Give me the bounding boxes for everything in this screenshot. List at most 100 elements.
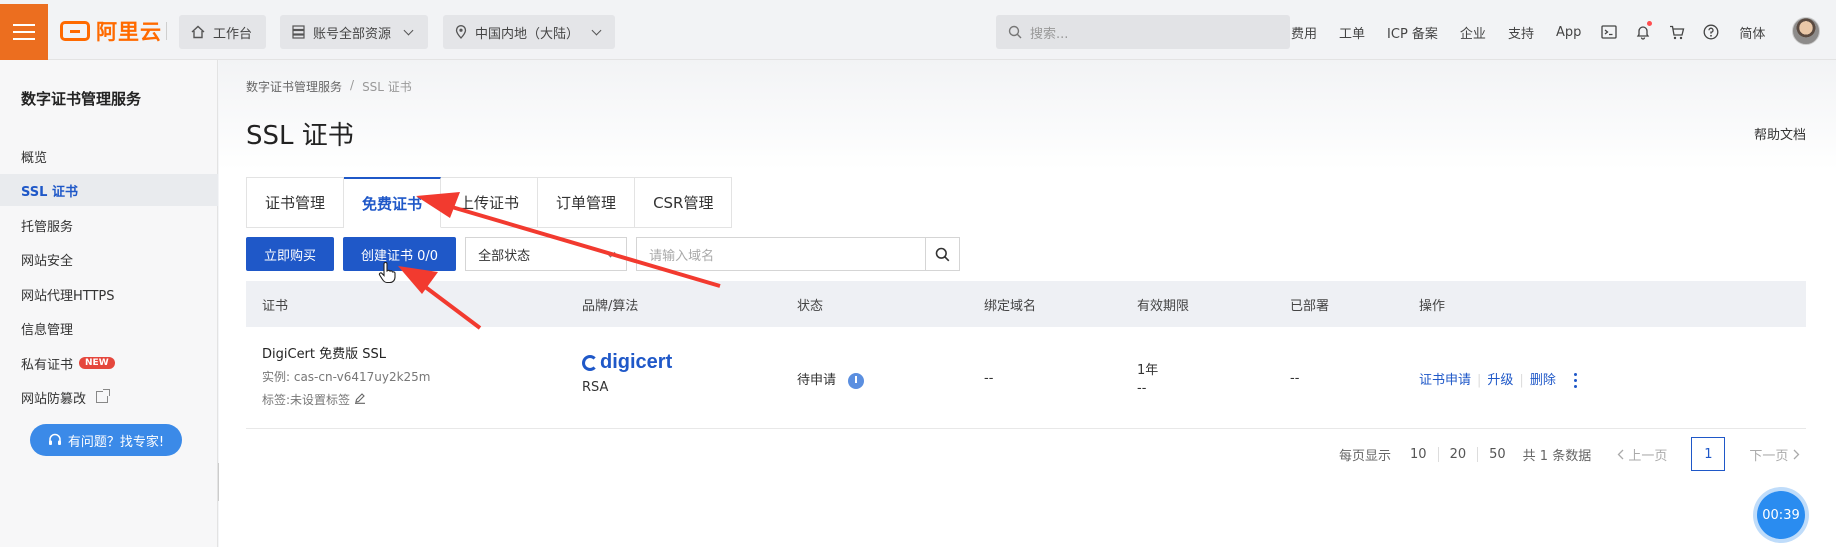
aliyun-logo-icon — [60, 21, 90, 41]
create-cert-button[interactable]: 创建证书 0/0 — [343, 237, 457, 271]
breadcrumb-current: SSL 证书 — [362, 80, 412, 94]
upgrade-link[interactable]: 升级 — [1487, 373, 1513, 388]
expert-help-label: 有问题？找专家! — [67, 434, 165, 450]
edit-pencil-icon[interactable] — [354, 392, 366, 404]
buy-now-button[interactable]: 立即购买 — [246, 237, 335, 271]
sidebar-item-website-security[interactable]: 网站安全 — [0, 243, 218, 275]
tab-free-cert[interactable]: 免费证书 — [344, 177, 442, 228]
status-filter-select[interactable]: 全部状态 — [465, 237, 628, 271]
tab-csr-management[interactable]: CSR管理 — [635, 177, 733, 228]
delete-link[interactable]: 删除 — [1530, 373, 1556, 388]
more-actions-icon[interactable] — [1573, 373, 1577, 388]
headset-icon — [48, 433, 61, 445]
prev-page-button[interactable]: 上一页 — [1605, 445, 1679, 464]
hand-cursor-icon — [378, 262, 396, 284]
page-size-20[interactable]: 20 — [1439, 446, 1479, 462]
current-page[interactable]: 1 — [1691, 437, 1726, 471]
breadcrumb: 数字证书管理服务 / SSL 证书 — [246, 78, 412, 95]
next-page-label: 下一页 — [1749, 448, 1789, 464]
status-cell: 待申请 — [797, 369, 865, 389]
sidebar-item-ssl[interactable]: SSL 证书 — [0, 174, 218, 206]
region-dropdown[interactable]: 中国内地（大陆） — [443, 15, 615, 49]
external-link-icon — [96, 389, 111, 403]
validity-period: 1年 — [1137, 363, 1159, 378]
domain-search-button[interactable] — [926, 237, 961, 271]
notification-dot — [1647, 21, 1653, 26]
cert-name: DigiCert 免费版 SSL — [262, 347, 387, 362]
apply-cert-link[interactable]: 证书申请 — [1419, 373, 1471, 388]
expert-help-button[interactable]: 有问题？找专家! — [30, 424, 182, 456]
top-link-enterprise[interactable]: 企业 — [1449, 23, 1497, 42]
top-link-app[interactable]: App — [1545, 25, 1592, 40]
top-link-fees[interactable]: 费用 — [1280, 23, 1328, 42]
next-page-button[interactable]: 下一页 — [1737, 445, 1811, 464]
col-header-actions: 操作 — [1419, 298, 1446, 314]
language-switch[interactable]: 简体 — [1728, 23, 1776, 42]
cart-icon[interactable] — [1660, 15, 1694, 49]
tab-order-management[interactable]: 订单管理 — [538, 177, 636, 228]
algorithm: RSA — [582, 380, 609, 395]
user-avatar[interactable] — [1792, 17, 1820, 45]
cert-tags-label: 标签:未设置标签 — [262, 393, 351, 407]
col-header-deployed: 已部署 — [1290, 298, 1330, 314]
page-title: SSL 证书 — [246, 121, 354, 151]
page-size-10[interactable]: 10 — [1399, 446, 1439, 462]
status-text: 待申请 — [797, 373, 837, 388]
col-header-brand: 品牌/算法 — [582, 298, 639, 314]
total-count: 共 1 条数据 — [1522, 448, 1592, 464]
global-search-input[interactable]: 搜索... — [996, 15, 1290, 49]
digicert-logo: digicert — [582, 351, 672, 374]
top-link-tickets[interactable]: 工单 — [1328, 23, 1376, 42]
brand-name: digicert — [600, 351, 673, 373]
page-size-50[interactable]: 50 — [1478, 447, 1517, 462]
cert-instance-id: 实例: cas-cn-v6417uy2k25m — [262, 370, 431, 384]
tab-upload-cert[interactable]: 上传证书 — [441, 177, 539, 228]
sidebar-item-label: 私有证书 — [21, 357, 74, 373]
sidebar-item-proxy-https[interactable]: 网站代理HTTPS — [0, 278, 218, 310]
sidebar-item-hosting[interactable]: 托管服务 — [0, 209, 218, 241]
sidebar: 数字证书管理服务 概览 SSL 证书 托管服务 网站安全 网站代理HTTPS 信… — [0, 60, 218, 547]
sidebar-item-anti-tamper[interactable]: 网站防篡改 — [0, 381, 218, 413]
tab-cert-management[interactable]: 证书管理 — [246, 177, 345, 228]
sidebar-item-label: 网站安全 — [21, 253, 74, 269]
info-icon[interactable] — [848, 372, 865, 389]
sidebar-item-label: 概览 — [21, 150, 48, 166]
workbench-button[interactable]: 工作台 — [179, 15, 266, 49]
sidebar-item-overview[interactable]: 概览 — [0, 140, 218, 172]
sidebar-item-label: SSL 证书 — [21, 184, 78, 200]
search-icon — [1008, 25, 1022, 39]
sidebar-item-label: 信息管理 — [21, 322, 74, 338]
top-link-support[interactable]: 支持 — [1497, 23, 1545, 42]
actions-cell: 证书申请 | 升级 | 删除 — [1419, 369, 1577, 388]
sidebar-item-info-management[interactable]: 信息管理 — [0, 312, 218, 344]
toolbar: 立即购买 创建证书 0/0 全部状态 请输入域名 — [246, 237, 961, 271]
chevron-down-icon — [605, 247, 616, 257]
cert-tags[interactable]: 标签:未设置标签 — [262, 391, 431, 408]
col-header-validity: 有效期限 — [1137, 298, 1190, 314]
cert-cell: DigiCert 免费版 SSL 实例: cas-cn-v6417uy2k25m… — [262, 343, 431, 408]
help-icon[interactable] — [1694, 15, 1728, 49]
top-link-icp[interactable]: ICP 备案 — [1376, 23, 1449, 42]
domain-search-input[interactable]: 请输入域名 — [636, 237, 927, 271]
resources-dropdown[interactable]: 账号全部资源 — [280, 15, 428, 49]
aliyun-logo[interactable]: 阿里云 — [60, 18, 162, 44]
table-header: 证书 品牌/算法 状态 绑定域名 有效期限 已部署 操作 — [246, 281, 1806, 327]
sidebar-item-private-cert[interactable]: 私有证书 NEW — [0, 347, 218, 379]
breadcrumb-parent[interactable]: 数字证书管理服务 — [246, 78, 342, 95]
hamburger-menu-button[interactable] — [0, 4, 48, 60]
new-badge: NEW — [79, 357, 115, 369]
main-content: 数字证书管理服务 / SSL 证书 SSL 证书 帮助文档 证书管理 免费证书 … — [219, 60, 1836, 547]
bell-icon[interactable] — [1626, 15, 1660, 49]
terminal-icon[interactable] — [1592, 15, 1626, 49]
divider: | — [1519, 373, 1524, 388]
sidebar-item-label: 网站防篡改 — [21, 391, 87, 407]
status-filter-value: 全部状态 — [478, 248, 531, 264]
per-page-label: 每页显示 — [1339, 448, 1392, 464]
sidebar-item-label: 网站代理HTTPS — [21, 288, 115, 304]
help-doc-link[interactable]: 帮助文档 — [1754, 124, 1806, 143]
validity-cell: 1年 -- — [1137, 359, 1158, 396]
prev-page-label: 上一页 — [1628, 448, 1668, 464]
location-pin-icon — [455, 25, 467, 39]
recording-timer: 00:39 — [1757, 491, 1805, 539]
tab-bar: 证书管理 免费证书 上传证书 订单管理 CSR管理 — [246, 177, 733, 228]
